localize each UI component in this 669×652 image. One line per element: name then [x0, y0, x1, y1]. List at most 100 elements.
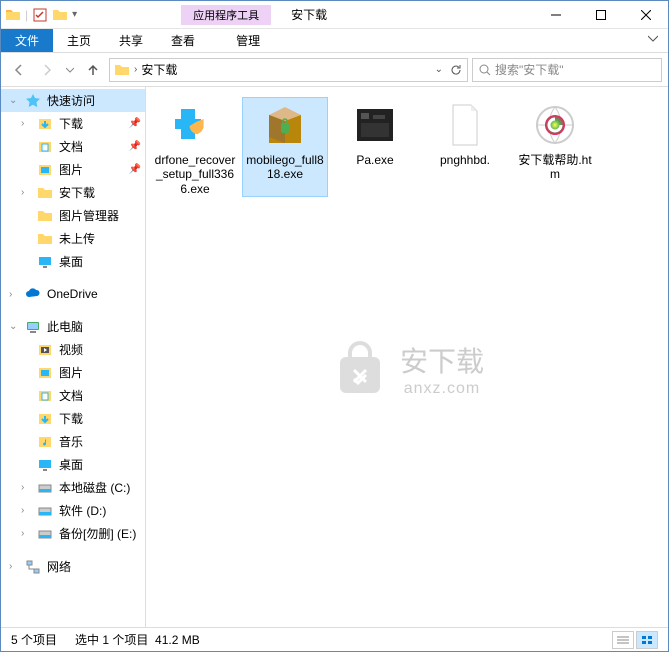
chevron-icon[interactable]: ›	[21, 118, 31, 129]
breadcrumb-segment[interactable]: 安下载	[141, 61, 177, 78]
file-icon	[261, 101, 309, 149]
sidebar-item-label: 备份[勿删] (E:)	[59, 525, 136, 542]
titlebar: | ▾ 应用程序工具 安下载	[1, 1, 668, 29]
sidebar-item-label: 下载	[59, 410, 83, 427]
tab-view[interactable]: 查看	[157, 29, 209, 52]
file-item[interactable]: 安下载帮助.htm	[512, 97, 598, 197]
file-icon	[171, 101, 219, 149]
chevron-down-icon[interactable]: ⌄	[9, 95, 19, 106]
chevron-down-icon[interactable]: ⌄	[9, 321, 19, 332]
pc-icon	[25, 319, 41, 335]
forward-button[interactable]	[35, 58, 59, 82]
sidebar-label: 此电脑	[47, 318, 83, 335]
folder-icon	[37, 208, 53, 224]
sidebar-item[interactable]: 文档	[1, 384, 145, 407]
sidebar-item-label: 文档	[59, 138, 83, 155]
chevron-right-icon[interactable]: ›	[9, 289, 19, 300]
up-button[interactable]	[81, 58, 105, 82]
search-placeholder: 搜索"安下载"	[495, 61, 564, 78]
sidebar-item[interactable]: 音乐	[1, 430, 145, 453]
file-list[interactable]: drfone_recover_setup_full3366.exe mobileg…	[146, 87, 668, 627]
file-item[interactable]: mobilego_full818.exe	[242, 97, 328, 197]
refresh-button[interactable]	[449, 63, 463, 77]
breadcrumb-chevron-icon[interactable]: ›	[134, 64, 137, 75]
ribbon-expand-button[interactable]	[638, 29, 668, 52]
address-bar[interactable]: › 安下载 ⌄	[109, 58, 468, 82]
search-icon	[479, 64, 491, 76]
doc-icon	[37, 139, 53, 155]
file-name: mobilego_full818.exe	[244, 153, 326, 182]
qat-dropdown-icon[interactable]: ▾	[72, 9, 77, 20]
sidebar-item[interactable]: 下载	[1, 407, 145, 430]
sidebar-item[interactable]: 图片	[1, 361, 145, 384]
status-item-count: 5 个项目	[11, 631, 57, 648]
status-selected: 选中 1 个项目 41.2 MB	[75, 631, 200, 648]
sidebar-label: 网络	[47, 558, 71, 575]
disk-icon	[37, 503, 53, 519]
chevron-icon[interactable]: ›	[21, 528, 31, 539]
chevron-icon[interactable]: ›	[21, 187, 31, 198]
sidebar-quick-access[interactable]: ⌄ 快速访问	[1, 89, 145, 112]
tab-file[interactable]: 文件	[1, 29, 53, 52]
file-name: 安下载帮助.htm	[514, 153, 596, 182]
search-input[interactable]: 搜索"安下载"	[472, 58, 662, 82]
sidebar-item[interactable]: 未上传	[1, 227, 145, 250]
watermark-url: anxz.com	[400, 380, 484, 398]
ribbon-tabs: 文件 主页 共享 查看 管理	[1, 29, 668, 53]
sidebar-item[interactable]: › 本地磁盘 (C:)	[1, 476, 145, 499]
maximize-button[interactable]	[578, 1, 623, 29]
watermark: 安下载 anxz.com	[330, 339, 484, 399]
sidebar-this-pc[interactable]: ⌄ 此电脑	[1, 315, 145, 338]
divider-icon: |	[25, 8, 28, 22]
sidebar-item-label: 桌面	[59, 253, 83, 270]
sidebar-item[interactable]: 桌面	[1, 453, 145, 476]
checkbox-icon[interactable]	[32, 7, 48, 23]
sidebar-onedrive[interactable]: › OneDrive	[1, 283, 145, 305]
sidebar-item[interactable]: ›软件 (D:)	[1, 499, 145, 522]
sidebar-item[interactable]: 图片管理器	[1, 204, 145, 227]
close-button[interactable]	[623, 1, 668, 29]
chevron-icon[interactable]: ›	[21, 482, 31, 493]
sidebar-item[interactable]: 视频	[1, 338, 145, 361]
minimize-button[interactable]	[533, 1, 578, 29]
sidebar-item-label: 下载	[59, 115, 83, 132]
back-button[interactable]	[7, 58, 31, 82]
file-icon	[441, 101, 489, 149]
recent-dropdown[interactable]	[63, 58, 77, 82]
file-item[interactable]: drfone_recover_setup_full3366.exe	[152, 97, 238, 197]
pin-icon: 📌	[129, 118, 141, 129]
tab-home[interactable]: 主页	[53, 29, 105, 52]
sidebar-item[interactable]: › 安下载	[1, 181, 145, 204]
window-title: 安下载	[291, 6, 327, 23]
sidebar-item[interactable]: 文档 📌	[1, 135, 145, 158]
sidebar-item[interactable]: › 下载 📌	[1, 112, 145, 135]
chevron-icon[interactable]: ›	[21, 505, 31, 516]
context-tab-label: 应用程序工具	[181, 5, 271, 25]
tab-manage[interactable]: 管理	[222, 29, 274, 52]
file-item[interactable]: pnghhbd.	[422, 97, 508, 197]
qat-folder-icon[interactable]	[52, 7, 68, 23]
folder-icon	[37, 231, 53, 247]
folder-icon	[114, 62, 130, 78]
sidebar-item[interactable]: › 备份[勿删] (E:)	[1, 522, 145, 545]
sidebar-item-label: 本地磁盘 (C:)	[59, 479, 130, 496]
view-details-button[interactable]	[612, 631, 634, 649]
sidebar-item-label: 音乐	[59, 433, 83, 450]
chevron-right-icon[interactable]: ›	[9, 561, 19, 572]
download-icon	[37, 116, 53, 132]
address-dropdown-icon[interactable]: ⌄	[435, 64, 443, 75]
view-icons-button[interactable]	[636, 631, 658, 649]
sidebar-item-label: 图片	[59, 161, 83, 178]
file-name: drfone_recover_setup_full3366.exe	[154, 153, 236, 196]
network-icon	[25, 559, 41, 575]
sidebar-item[interactable]: 桌面	[1, 250, 145, 273]
sidebar-item-label: 安下载	[59, 184, 95, 201]
sidebar-item[interactable]: 图片📌	[1, 158, 145, 181]
sidebar-network[interactable]: › 网络	[1, 555, 145, 578]
video-icon	[37, 342, 53, 358]
file-item[interactable]: Pa.exe	[332, 97, 418, 197]
status-bar: 5 个项目 选中 1 个项目 41.2 MB	[1, 627, 668, 651]
pin-icon: 📌	[129, 141, 141, 152]
doc-icon	[37, 388, 53, 404]
tab-share[interactable]: 共享	[105, 29, 157, 52]
